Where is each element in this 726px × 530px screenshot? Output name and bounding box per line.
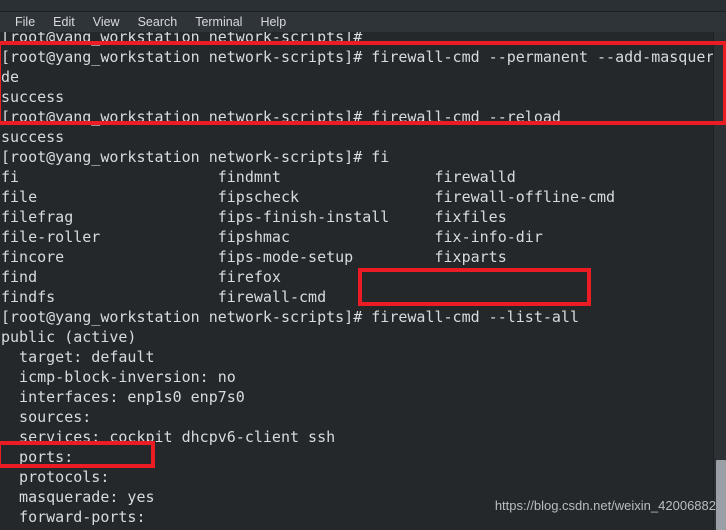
menu-item-help[interactable]: Help — [251, 14, 295, 31]
terminal-line: success — [1, 88, 65, 106]
scrollbar-thumb[interactable] — [716, 460, 726, 530]
terminal-line: ports: — [1, 448, 74, 466]
terminal-line: file fipscheck firewall-offline-cmd — [1, 188, 616, 206]
terminal-line: [root@yang_workstation network-scripts]# — [1, 32, 363, 46]
terminal-line: [root@yang_workstation network-scripts]#… — [1, 108, 561, 126]
terminal-output-area[interactable]: [root@yang_workstation network-scripts]#… — [0, 32, 726, 530]
menu-item-file[interactable]: File — [6, 14, 44, 31]
terminal-line: findfs firewall-cmd — [1, 288, 327, 306]
terminal-line: icmp-block-inversion: no — [1, 368, 236, 386]
menu-item-edit[interactable]: Edit — [44, 14, 84, 31]
terminal-window: File Edit View Search Terminal Help [roo… — [0, 0, 726, 530]
terminal-line: find firefox — [1, 268, 281, 286]
window-titlebar — [0, 0, 726, 12]
terminal-line: services: cockpit dhcpv6-client ssh — [1, 428, 336, 446]
terminal-line: file-roller fipshmac fix-info-dir — [1, 228, 543, 246]
watermark-url: https://blog.csdn.net/weixin_42006882 — [494, 498, 716, 513]
menu-item-terminal[interactable]: Terminal — [186, 14, 251, 31]
terminal-line: sources: — [1, 408, 92, 426]
terminal-line: target: default — [1, 348, 155, 366]
terminal-line: de — [1, 68, 20, 86]
menu-bar: File Edit View Search Terminal Help — [0, 12, 726, 32]
menu-item-search[interactable]: Search — [129, 14, 187, 31]
terminal-line: public (active) — [1, 328, 137, 346]
terminal-line: protocols: — [1, 468, 110, 486]
terminal-line: fi findmnt firewalld — [1, 168, 516, 186]
menu-item-view[interactable]: View — [84, 14, 129, 31]
terminal-line: fincore fips-mode-setup fixparts — [1, 248, 507, 266]
terminal-line: interfaces: enp1s0 enp7s0 — [1, 388, 245, 406]
terminal-screen: [root@yang_workstation network-scripts]#… — [0, 32, 726, 530]
terminal-line: [root@yang_workstation network-scripts]#… — [1, 48, 724, 66]
terminal-line: [root@yang_workstation network-scripts]#… — [1, 148, 390, 166]
terminal-line: success — [1, 128, 65, 146]
terminal-line: [root@yang_workstation network-scripts]#… — [1, 308, 579, 326]
terminal-scrollbar[interactable] — [713, 32, 726, 530]
terminal-line: filefrag fips-finish-install fixfiles — [1, 208, 507, 226]
